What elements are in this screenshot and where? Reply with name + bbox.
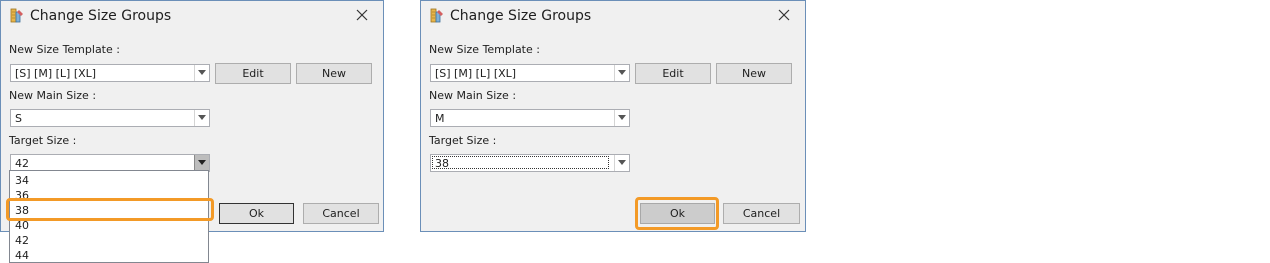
close-icon[interactable] <box>355 8 369 22</box>
template-value: [S] [M] [L] [XL] <box>435 67 517 80</box>
size-groups-app-icon <box>9 8 25 24</box>
target-size-value: 42 <box>15 157 29 170</box>
chevron-down-icon[interactable] <box>614 155 629 171</box>
highlight-ok-button <box>635 197 719 230</box>
edit-button[interactable]: Edit <box>215 63 291 84</box>
template-label: New Size Template : <box>9 43 120 56</box>
close-icon[interactable] <box>777 8 791 22</box>
main-size-label: New Main Size : <box>9 89 97 102</box>
main-size-value: S <box>15 112 22 125</box>
cancel-button[interactable]: Cancel <box>303 203 379 224</box>
target-size-combo[interactable]: 38 <box>430 154 630 172</box>
ok-button[interactable]: Ok <box>219 203 294 224</box>
dropdown-option-42[interactable]: 42 <box>15 235 29 247</box>
chevron-down-icon[interactable] <box>194 110 209 126</box>
cancel-button[interactable]: Cancel <box>723 203 800 224</box>
title-bar: Change Size Groups <box>1 1 383 33</box>
title-bar: Change Size Groups <box>421 1 805 33</box>
edit-button[interactable]: Edit <box>635 63 711 84</box>
target-size-label: Target Size : <box>9 134 77 147</box>
new-button[interactable]: New <box>716 63 792 84</box>
new-button[interactable]: New <box>296 63 372 84</box>
target-size-label: Target Size : <box>429 134 497 147</box>
chevron-down-icon[interactable] <box>194 65 209 81</box>
change-size-groups-dialog-right: Change Size Groups New Size Template : [… <box>420 0 806 232</box>
highlight-option-38 <box>6 198 214 221</box>
target-size-value: 38 <box>432 156 609 170</box>
dialog-title: Change Size Groups <box>30 8 172 24</box>
chevron-down-icon[interactable] <box>194 155 209 171</box>
chevron-down-icon[interactable] <box>614 110 629 126</box>
size-groups-app-icon <box>429 8 445 24</box>
main-size-combo[interactable]: M <box>430 109 630 127</box>
dropdown-option-40[interactable]: 40 <box>15 220 29 232</box>
main-size-label: New Main Size : <box>429 89 517 102</box>
main-size-value: M <box>435 112 445 125</box>
template-label: New Size Template : <box>429 43 540 56</box>
main-size-combo[interactable]: S <box>10 109 210 127</box>
template-value: [S] [M] [L] [XL] <box>15 67 97 80</box>
chevron-down-icon[interactable] <box>614 65 629 81</box>
template-combo[interactable]: [S] [M] [L] [XL] <box>10 64 210 82</box>
dialog-title: Change Size Groups <box>450 8 592 24</box>
template-combo[interactable]: [S] [M] [L] [XL] <box>430 64 630 82</box>
dropdown-option-44[interactable]: 44 <box>15 250 29 262</box>
dropdown-option-34[interactable]: 34 <box>15 175 29 187</box>
